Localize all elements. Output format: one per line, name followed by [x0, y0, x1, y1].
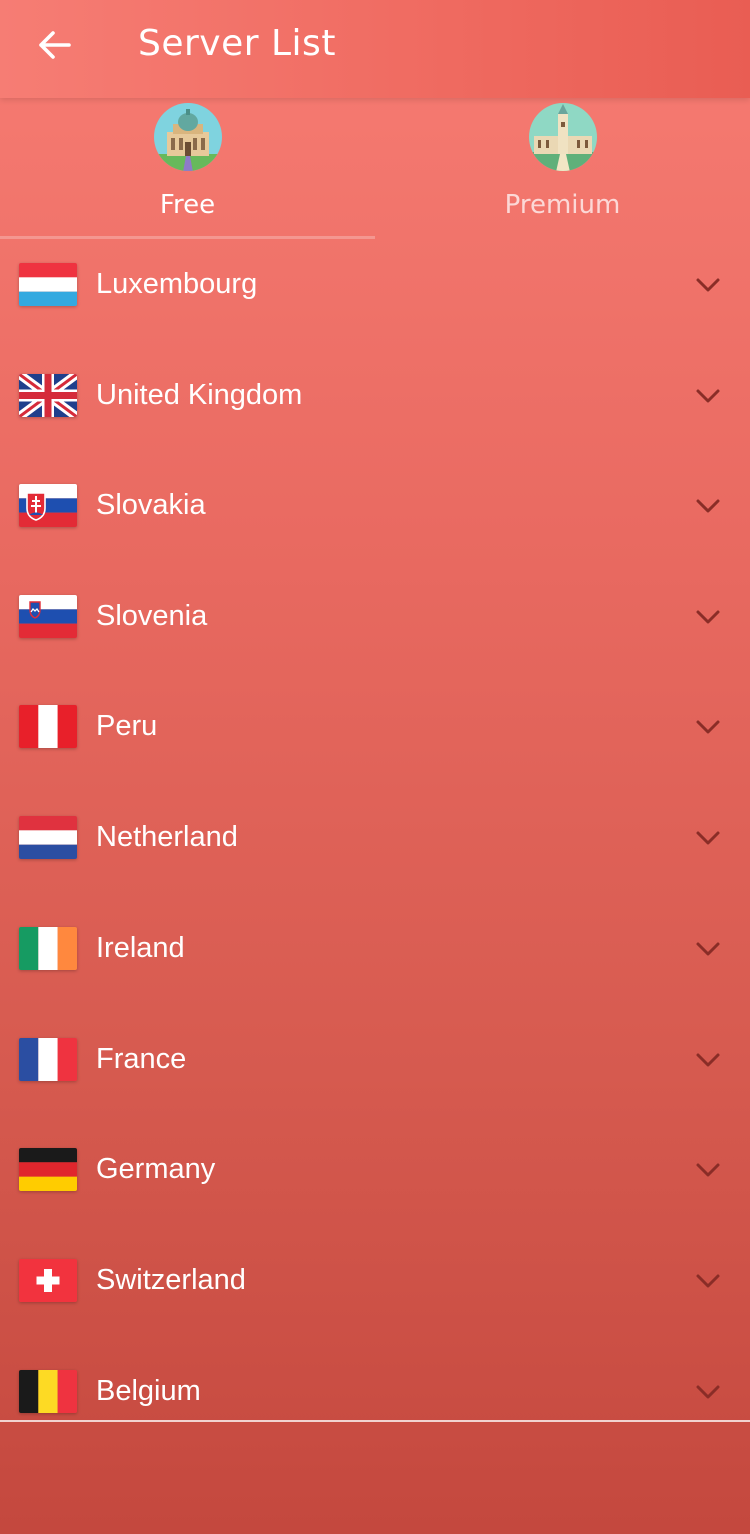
server-country-label: Peru — [96, 710, 158, 742]
bottom-divider — [0, 1420, 750, 1422]
server-row-switzerland[interactable]: Switzerland — [0, 1228, 750, 1338]
app-bar: Server List — [0, 0, 750, 98]
tab-free[interactable]: Free — [0, 98, 375, 240]
france-flag-icon — [19, 1038, 77, 1081]
chevron-down-icon[interactable] — [693, 604, 723, 630]
server-country-label: Slovenia — [96, 600, 208, 632]
server-country-label: Slovakia — [96, 489, 206, 521]
tab-bar: Free Premium — [0, 98, 750, 240]
server-country-label: Switzerland — [96, 1264, 246, 1296]
server-row-belgium[interactable]: Belgium — [0, 1339, 750, 1449]
server-country-label: Germany — [96, 1153, 216, 1185]
tab-premium[interactable]: Premium — [375, 98, 750, 240]
server-row-netherland[interactable]: Netherland — [0, 785, 750, 895]
chevron-down-icon[interactable] — [693, 936, 723, 962]
netherlands-flag-icon — [19, 816, 77, 859]
chevron-down-icon[interactable] — [693, 1047, 723, 1073]
server-row-germany[interactable]: Germany — [0, 1117, 750, 1227]
server-row-luxembourg[interactable]: Luxembourg — [0, 232, 750, 342]
chevron-down-icon[interactable] — [693, 714, 723, 740]
server-row-peru[interactable]: Peru — [0, 674, 750, 784]
landmark-dome-icon — [153, 103, 222, 171]
server-row-slovenia[interactable]: Slovenia — [0, 564, 750, 674]
chevron-down-icon[interactable] — [693, 272, 723, 298]
chevron-down-icon[interactable] — [693, 1157, 723, 1183]
ireland-flag-icon — [19, 927, 77, 970]
uk-flag-icon — [19, 374, 77, 417]
luxembourg-flag-icon — [19, 263, 77, 306]
tab-free-label: Free — [159, 190, 216, 220]
back-button[interactable] — [28, 22, 80, 68]
server-row-slovakia[interactable]: Slovakia — [0, 453, 750, 563]
chevron-down-icon[interactable] — [693, 1379, 723, 1405]
server-row-united-kingdom[interactable]: United Kingdom — [0, 343, 750, 453]
arrow-left-icon — [39, 31, 71, 59]
server-country-label: Netherland — [96, 821, 238, 853]
germany-flag-icon — [19, 1148, 77, 1191]
server-country-label: Belgium — [96, 1375, 201, 1407]
chevron-down-icon[interactable] — [693, 825, 723, 851]
peru-flag-icon — [19, 705, 77, 748]
belgium-flag-icon — [19, 1370, 77, 1413]
tab-premium-label: Premium — [504, 190, 621, 220]
landmark-tower-icon — [528, 103, 597, 171]
server-row-france[interactable]: France — [0, 1007, 750, 1117]
server-country-label: United Kingdom — [96, 379, 303, 411]
chevron-down-icon[interactable] — [693, 493, 723, 519]
server-country-label: Ireland — [96, 932, 185, 964]
slovenia-flag-icon — [19, 595, 77, 638]
page-title: Server List — [138, 23, 336, 64]
slovakia-flag-icon — [19, 484, 77, 527]
server-country-label: France — [96, 1043, 187, 1075]
server-row-ireland[interactable]: Ireland — [0, 896, 750, 1006]
switzerland-flag-icon — [19, 1259, 77, 1302]
chevron-down-icon[interactable] — [693, 383, 723, 409]
chevron-down-icon[interactable] — [693, 1268, 723, 1294]
server-country-label: Luxembourg — [96, 268, 258, 300]
